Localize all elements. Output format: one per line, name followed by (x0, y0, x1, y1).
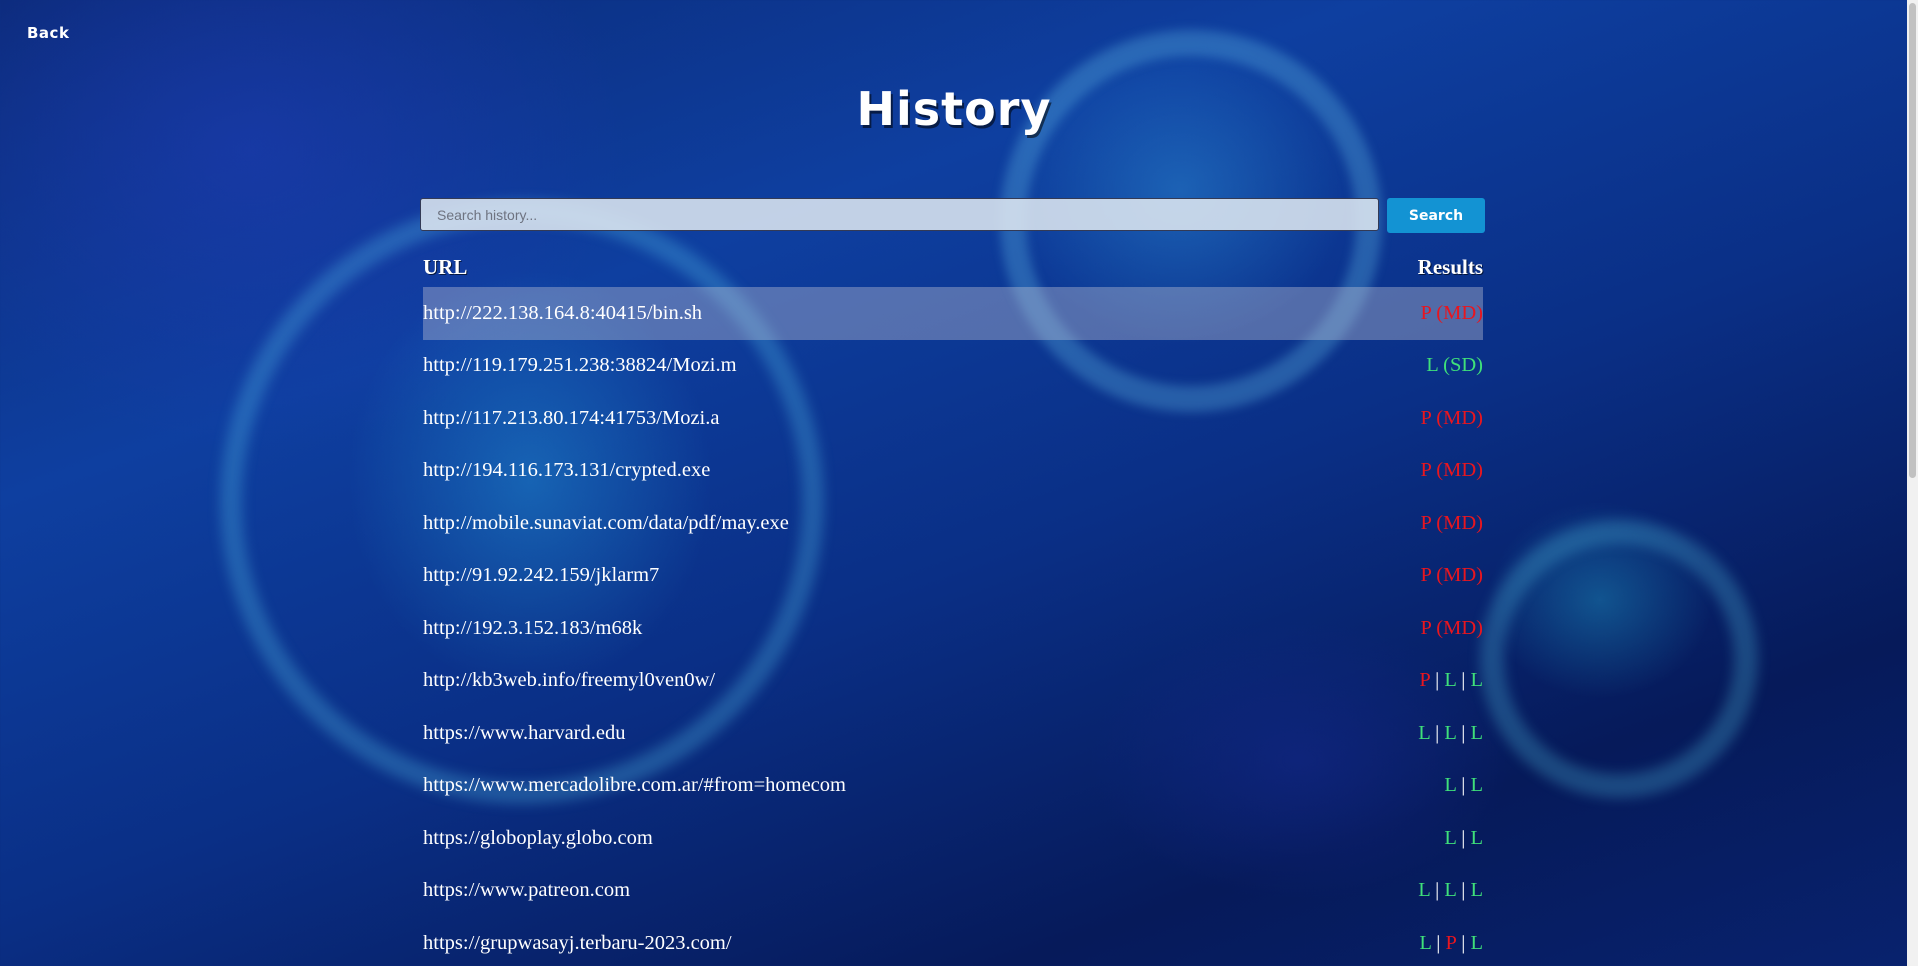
result-verdict: P (1445, 931, 1457, 954)
result-verdict: L (1418, 879, 1430, 902)
result-verdict: P (MD) (1420, 511, 1483, 534)
result-verdict: P (1419, 669, 1430, 692)
result-verdict: L (1470, 826, 1483, 849)
history-url[interactable]: http://91.92.242.159/jklarm7 (423, 564, 659, 587)
history-url[interactable]: http://117.213.80.174:41753/Mozi.a (423, 407, 719, 430)
history-list: http://222.138.164.8:40415/bin.sh P (MD) h… (423, 287, 1483, 966)
history-url[interactable]: https://globoplay.globo.com (423, 827, 653, 850)
result-cell: P (MD) (1421, 564, 1483, 587)
result-verdict: P (MD) (1420, 301, 1483, 324)
results-column-header: Results (1417, 255, 1483, 279)
back-button[interactable]: Back (27, 24, 69, 42)
result-cell: P (MD) (1421, 407, 1483, 430)
result-cell: L | L | L (1418, 879, 1483, 902)
result-separator: | (1461, 774, 1466, 797)
result-cell: L | L | L (1418, 722, 1483, 745)
history-url[interactable]: http://194.116.173.131/crypted.exe (423, 459, 710, 482)
result-separator: | (1461, 721, 1466, 744)
result-separator: | (1461, 826, 1466, 849)
result-separator: | (1435, 721, 1440, 744)
result-cell: P | L | L (1419, 669, 1483, 692)
result-cell: L (SD) (1426, 354, 1483, 377)
table-row[interactable]: http://119.179.251.238:38824/Mozi.m L (SD… (423, 340, 1483, 393)
history-url[interactable]: http://222.138.164.8:40415/bin.sh (423, 302, 702, 325)
result-cell: L | L (1444, 774, 1483, 797)
search-button[interactable]: Search (1387, 198, 1485, 233)
table-row[interactable]: https://www.mercadolibre.com.ar/#from=ho… (423, 760, 1483, 813)
table-header: URL Results (423, 255, 1483, 287)
table-row[interactable]: https://www.patreon.com L | L | L (423, 865, 1483, 918)
result-verdict: P (MD) (1420, 616, 1483, 639)
history-url[interactable]: http://mobile.sunaviat.com/data/pdf/may.… (423, 512, 789, 535)
scrollbar-thumb[interactable] (1909, 3, 1916, 478)
result-verdict: L (1419, 931, 1432, 954)
search-bar: Search (420, 198, 1485, 233)
result-verdict: P (MD) (1420, 564, 1483, 587)
result-verdict: L (1470, 721, 1483, 744)
history-url[interactable]: https://www.mercadolibre.com.ar/#from=ho… (423, 774, 846, 797)
result-verdict: L (1444, 774, 1457, 797)
result-verdict: L (1444, 879, 1457, 902)
page-title: History (856, 82, 1052, 136)
result-separator: | (1461, 879, 1466, 902)
table-row[interactable]: http://222.138.164.8:40415/bin.sh P (MD) (423, 287, 1483, 340)
table-row[interactable]: https://grupwasayj.terbaru-2023.com/L | … (423, 917, 1483, 966)
result-cell: L | L (1444, 827, 1483, 850)
table-row[interactable]: http://194.116.173.131/crypted.exe P (MD) (423, 445, 1483, 498)
history-url[interactable]: https://www.harvard.edu (423, 722, 626, 745)
history-url[interactable]: http://119.179.251.238:38824/Mozi.m (423, 354, 737, 377)
table-row[interactable]: http://117.213.80.174:41753/Mozi.a P (MD) (423, 392, 1483, 445)
history-url[interactable]: http://kb3web.info/freemyl0ven0w/ (423, 669, 715, 692)
table-row[interactable]: http://192.3.152.183/m68k P (MD) (423, 602, 1483, 655)
result-verdict: L (1444, 826, 1457, 849)
result-cell: P (MD) (1421, 302, 1483, 325)
history-url[interactable]: http://192.3.152.183/m68k (423, 617, 642, 640)
result-separator: | (1435, 669, 1440, 692)
result-cell: L | P | L (1419, 932, 1483, 955)
result-verdict: L (SD) (1426, 354, 1483, 377)
result-cell: P (MD) (1421, 512, 1483, 535)
background-ring-decoration (1480, 520, 1758, 798)
result-separator: | (1461, 931, 1466, 954)
table-row[interactable]: http://mobile.sunaviat.com/data/pdf/may.… (423, 497, 1483, 550)
result-verdict: L (1418, 721, 1430, 744)
result-verdict: P (MD) (1420, 459, 1483, 482)
result-separator: | (1435, 879, 1440, 902)
result-verdict: L (1470, 669, 1483, 692)
result-verdict: L (1470, 879, 1483, 902)
result-separator: | (1461, 669, 1466, 692)
result-verdict: L (1470, 774, 1483, 797)
table-row[interactable]: http://kb3web.info/freemyl0ven0w/P | L |… (423, 655, 1483, 708)
result-verdict: L (1444, 721, 1457, 744)
vertical-scrollbar[interactable] (1907, 0, 1918, 966)
result-verdict: L (1444, 669, 1457, 692)
result-verdict: P (MD) (1420, 406, 1483, 429)
search-input[interactable] (420, 198, 1379, 231)
result-cell: P (MD) (1421, 617, 1483, 640)
result-verdict: L (1470, 931, 1483, 954)
table-row[interactable]: http://91.92.242.159/jklarm7 P (MD) (423, 550, 1483, 603)
result-cell: P (MD) (1421, 459, 1483, 482)
history-table: URL Results http://222.138.164.8:40415/b… (423, 255, 1483, 966)
history-url[interactable]: https://www.patreon.com (423, 879, 630, 902)
table-row[interactable]: https://globoplay.globo.com L | L (423, 812, 1483, 865)
table-row[interactable]: https://www.harvard.edu L | L | L (423, 707, 1483, 760)
url-column-header: URL (423, 255, 468, 279)
history-url[interactable]: https://grupwasayj.terbaru-2023.com/ (423, 932, 732, 955)
result-separator: | (1436, 931, 1441, 954)
